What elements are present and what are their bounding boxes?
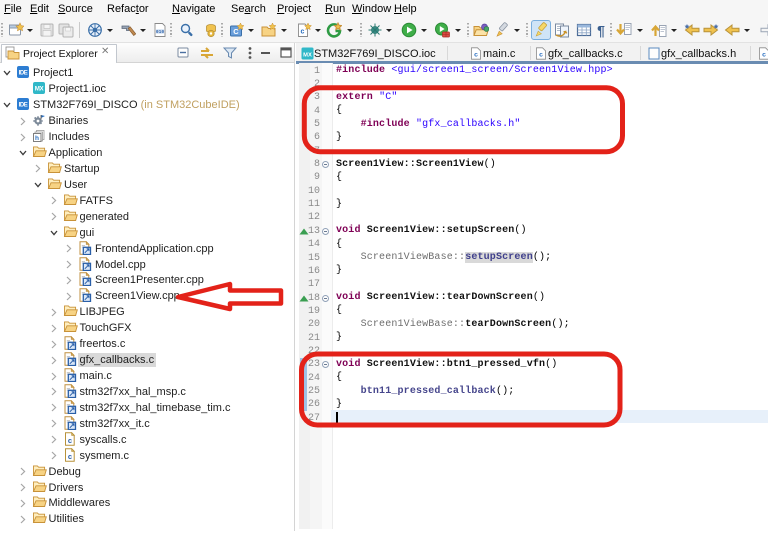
svg-text:IDE: IDE <box>19 71 28 77</box>
svg-text:MX: MX <box>34 86 44 93</box>
svg-text:IDE: IDE <box>19 103 28 109</box>
svg-text:c: c <box>67 435 71 444</box>
svg-text:c: c <box>539 52 543 59</box>
svg-text:010: 010 <box>156 29 165 35</box>
svg-text:c: c <box>301 29 305 36</box>
svg-text:c: c <box>474 52 478 59</box>
svg-text:c: c <box>67 451 71 460</box>
svg-text:c: c <box>762 52 766 59</box>
svg-text:MX: MX <box>303 52 312 58</box>
svg-text:h: h <box>35 135 39 142</box>
svg-text:¶: ¶ <box>597 23 605 39</box>
